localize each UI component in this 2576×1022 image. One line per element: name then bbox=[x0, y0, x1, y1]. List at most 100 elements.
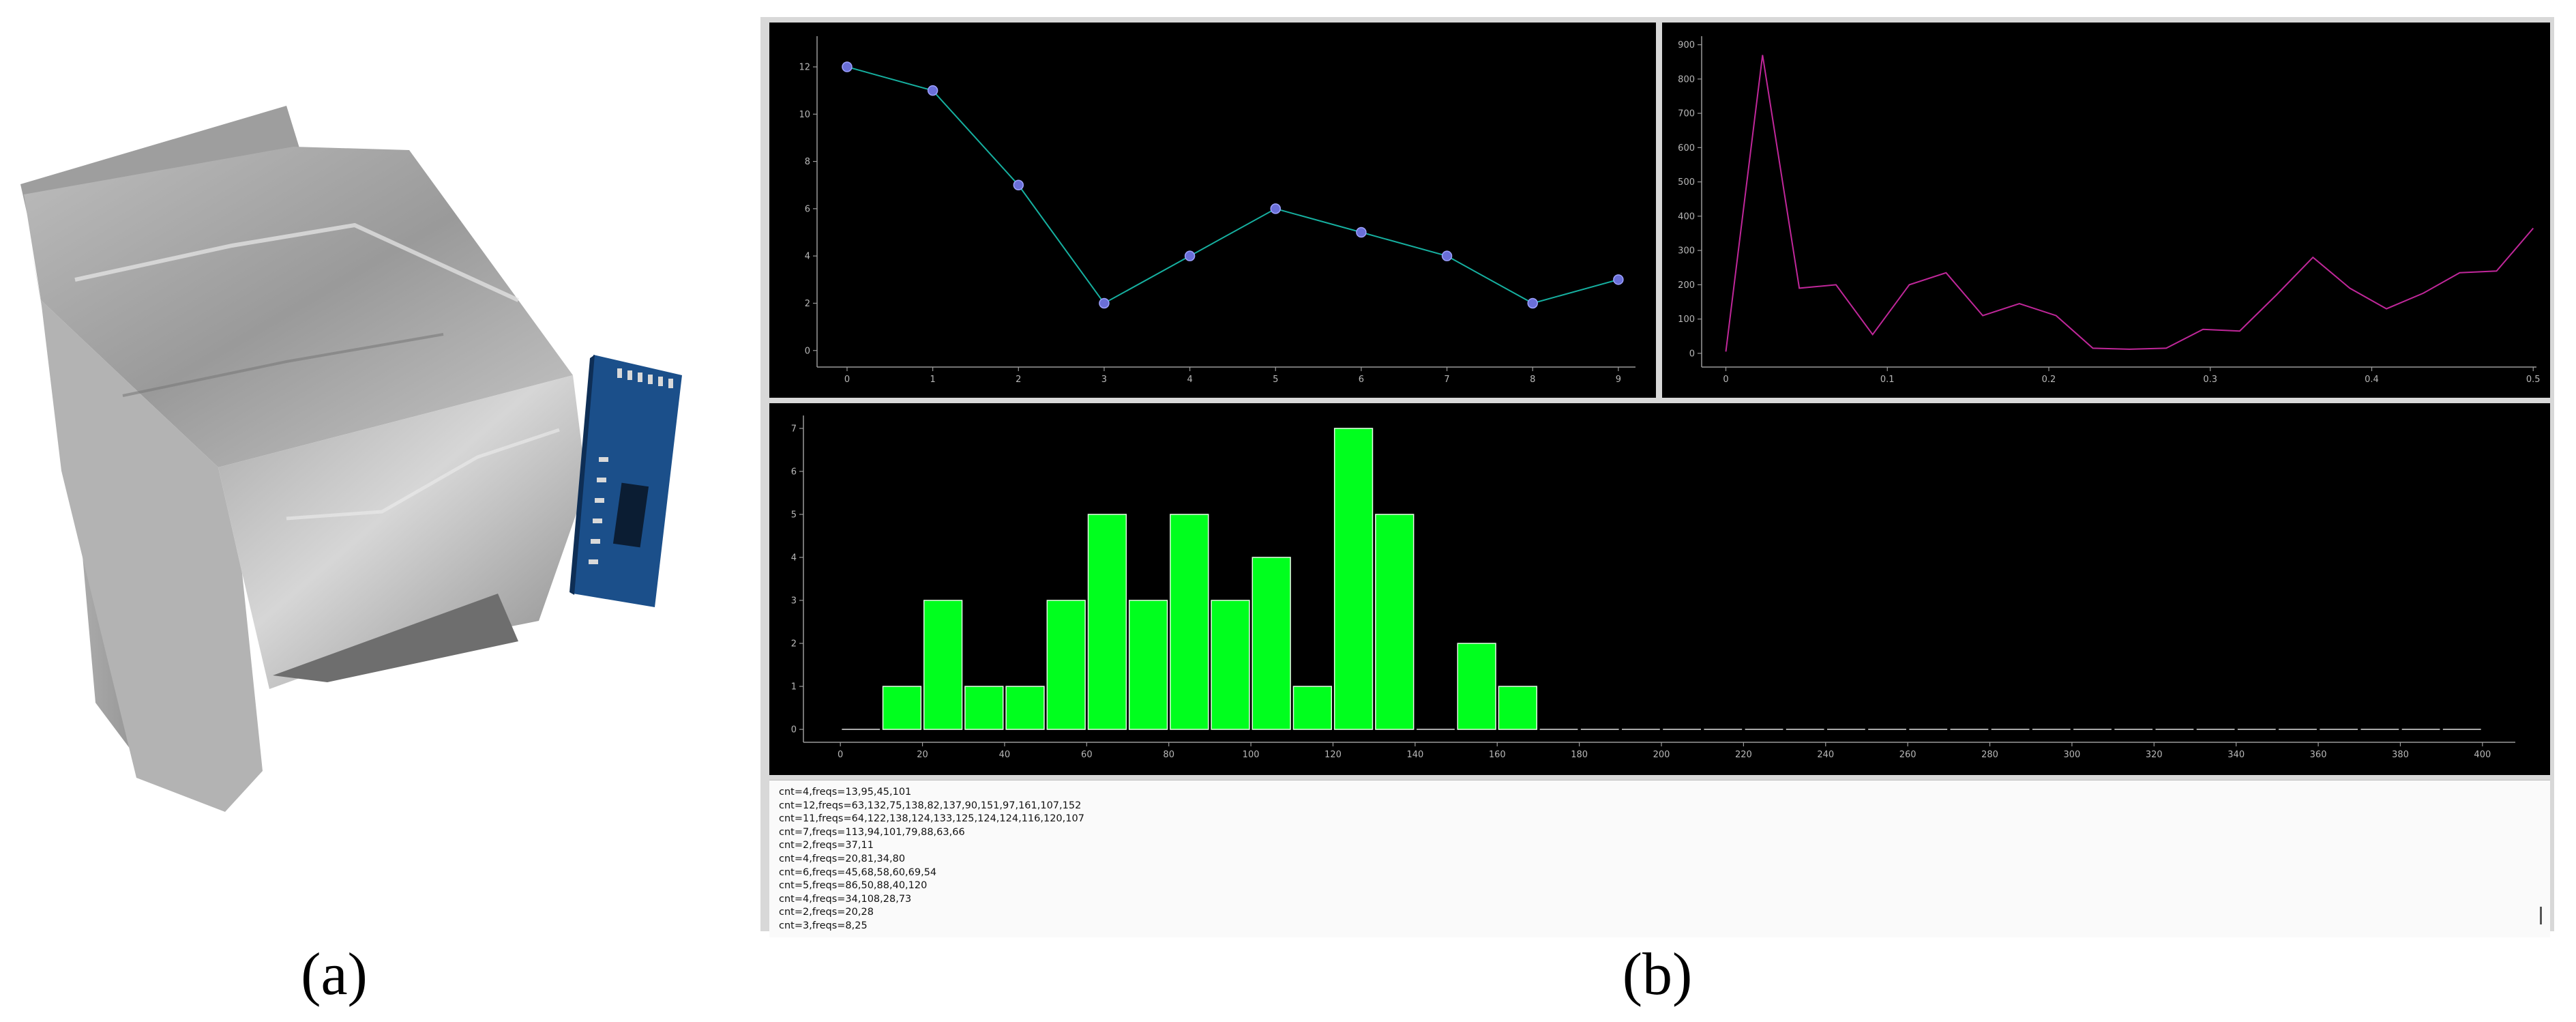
x-tick-label: 80 bbox=[1163, 750, 1174, 760]
y-tick-label: 3 bbox=[791, 596, 797, 607]
series-line bbox=[1725, 55, 2534, 352]
data-point bbox=[1270, 203, 1282, 214]
x-tick-label: 9 bbox=[1616, 375, 1621, 385]
data-point bbox=[842, 61, 853, 72]
x-tick-label: 0.3 bbox=[2203, 375, 2217, 385]
log-line: cnt=3,freqs=8,25 bbox=[779, 920, 868, 931]
histogram-bar bbox=[1005, 686, 1045, 730]
log-line: cnt=2,freqs=37,11 bbox=[779, 840, 874, 851]
y-tick-label: 600 bbox=[1678, 143, 1695, 154]
caption-b: (b) bbox=[1622, 941, 1693, 1008]
y-tick-label: 5 bbox=[791, 510, 797, 520]
y-tick-label: 4 bbox=[805, 252, 810, 262]
x-tick-label: 200 bbox=[1653, 750, 1670, 760]
data-point bbox=[1356, 227, 1367, 238]
log-line: cnt=7,freqs=113,94,101,79,88,63,66 bbox=[779, 826, 965, 838]
x-tick-label: 260 bbox=[1899, 750, 1916, 760]
series-line bbox=[846, 66, 1619, 304]
histogram-bar bbox=[1498, 686, 1537, 730]
y-tick-label: 10 bbox=[799, 110, 810, 120]
y-tick-label: 300 bbox=[1678, 246, 1695, 257]
y-tick-label: 1 bbox=[791, 682, 797, 692]
y-tick-label: 2 bbox=[791, 639, 797, 649]
y-tick-label: 100 bbox=[1678, 315, 1695, 325]
log-line: cnt=2,freqs=20,28 bbox=[779, 907, 874, 918]
foil-box-photo bbox=[0, 75, 716, 819]
y-tick-label: 0 bbox=[805, 346, 810, 356]
x-tick-label: 320 bbox=[2146, 750, 2163, 760]
y-tick-label: 6 bbox=[805, 204, 810, 214]
x-tick-label: 400 bbox=[2474, 750, 2491, 760]
x-tick-label: 0 bbox=[838, 750, 843, 760]
x-tick-label: 180 bbox=[1571, 750, 1588, 760]
x-tick-label: 5 bbox=[1273, 375, 1278, 385]
histogram-bar bbox=[882, 686, 922, 730]
y-tick-label: 200 bbox=[1678, 280, 1695, 291]
x-tick-label: 3 bbox=[1101, 375, 1107, 385]
data-point bbox=[1184, 250, 1196, 261]
x-tick-label: 2 bbox=[1016, 375, 1021, 385]
spectrum-plot-panel: 0 100 200 300 400 500 600 700 800 900 0 0.1 0.2 0.3 0.… bbox=[1662, 23, 2550, 398]
y-tick-label: 0 bbox=[791, 725, 797, 735]
log-line: cnt=6,freqs=45,68,58,60,69,54 bbox=[779, 866, 937, 878]
histogram-bar bbox=[1375, 514, 1415, 730]
data-point bbox=[1013, 179, 1024, 190]
log-scrollbar[interactable] bbox=[2540, 907, 2542, 924]
log-line: cnt=4,freqs=13,95,45,101 bbox=[779, 787, 912, 798]
y-tick-label: 4 bbox=[791, 553, 797, 563]
data-point bbox=[1613, 274, 1624, 285]
x-tick-label: 0.4 bbox=[2365, 375, 2379, 385]
y-tick-label: 500 bbox=[1678, 177, 1695, 188]
x-tick-label: 300 bbox=[2064, 750, 2081, 760]
caption-a: (a) bbox=[301, 941, 368, 1008]
x-tick-label: 0.5 bbox=[2526, 375, 2541, 385]
x-tick-label: 4 bbox=[1187, 375, 1192, 385]
time-series-plot: 0246810120 1 2 3 4 5 6 7 8 9 bbox=[799, 36, 1635, 385]
x-tick-label: 340 bbox=[2227, 750, 2245, 760]
histogram-plot: 0 1 2 3 4 5 6 7 0 20 40 60 80 100 120 140 160 180 200 220 24… bbox=[791, 415, 2515, 760]
x-tick-label: 380 bbox=[2392, 750, 2409, 760]
x-tick-label: 40 bbox=[999, 750, 1011, 760]
histogram-bar bbox=[1252, 557, 1291, 730]
log-output-area[interactable]: cnt=4,freqs=13,95,45,101 cnt=12,freqs=63… bbox=[769, 780, 2550, 937]
histogram-bar bbox=[1087, 514, 1127, 730]
time-series-plot-panel: 0 2 4 6 8 10 12 0 1 2 3 4 5 6 7 8 9 bbox=[769, 23, 1656, 398]
log-line: cnt=4,freqs=34,108,28,73 bbox=[779, 893, 912, 905]
data-point bbox=[1441, 250, 1453, 261]
x-tick-label: 0.1 bbox=[1880, 375, 1895, 385]
x-tick-label: 120 bbox=[1324, 750, 1342, 760]
plot-application-window: 0 2 4 6 8 10 12 0 1 2 3 4 5 6 7 8 9 0 100 200 300 400 500 600 7… bbox=[760, 17, 2554, 937]
data-point bbox=[927, 85, 938, 96]
histogram-bar bbox=[1211, 600, 1250, 730]
y-tick-label: 700 bbox=[1678, 109, 1695, 119]
y-tick-label: 400 bbox=[1678, 211, 1695, 222]
x-tick-label: 1 bbox=[930, 375, 935, 385]
histogram-bar bbox=[923, 600, 963, 730]
data-point bbox=[1527, 297, 1538, 309]
histogram-bar bbox=[1170, 514, 1209, 730]
histogram-bar bbox=[1457, 643, 1496, 730]
histogram-bar bbox=[1333, 428, 1374, 730]
x-tick-label: 280 bbox=[1981, 750, 1998, 760]
histogram-bar bbox=[1292, 686, 1333, 730]
x-tick-label: 160 bbox=[1489, 750, 1506, 760]
y-tick-label: 800 bbox=[1678, 74, 1695, 85]
log-lines: cnt=4,freqs=13,95,45,101 cnt=12,freqs=63… bbox=[779, 786, 1084, 933]
y-tick-label: 6 bbox=[791, 467, 797, 477]
y-tick-label: 900 bbox=[1678, 40, 1695, 50]
x-tick-label: 20 bbox=[917, 750, 928, 760]
x-tick-label: 240 bbox=[1817, 750, 1834, 760]
y-tick-label: 7 bbox=[791, 424, 797, 434]
log-line: cnt=12,freqs=63,132,75,138,82,137,90,151… bbox=[779, 800, 1082, 811]
spectrum-plot: 0 100 200 300 400 500 600 700 800 900 0 0.1 0.2 0.3 0.… bbox=[1678, 36, 2541, 385]
log-line: cnt=5,freqs=86,50,88,40,120 bbox=[779, 880, 928, 892]
x-tick-label: 0 bbox=[1723, 375, 1728, 385]
x-tick-label: 360 bbox=[2310, 750, 2327, 760]
x-tick-label: 6 bbox=[1359, 375, 1364, 385]
data-point bbox=[1099, 297, 1110, 309]
x-tick-label: 8 bbox=[1530, 375, 1535, 385]
x-tick-label: 0 bbox=[844, 375, 850, 385]
x-tick-label: 7 bbox=[1444, 375, 1449, 385]
histogram-bar bbox=[1046, 600, 1086, 730]
x-tick-label: 140 bbox=[1406, 750, 1423, 760]
